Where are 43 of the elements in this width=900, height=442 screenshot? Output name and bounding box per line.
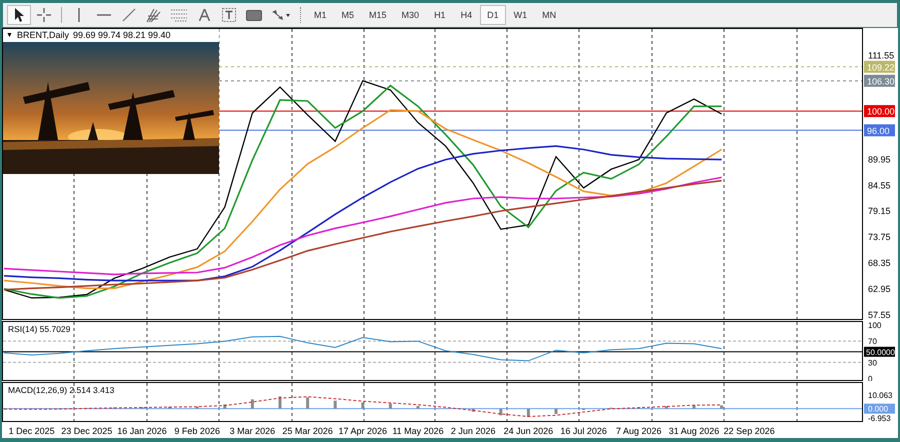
axis-label: 100 xyxy=(868,321,882,330)
axis-label: 30 xyxy=(868,358,877,368)
date-label: 16 Jan 2026 xyxy=(117,426,167,436)
axis-label: 79.15 xyxy=(868,206,891,216)
axis-label: 111.55 xyxy=(868,50,894,61)
value-tag: 0.000 xyxy=(864,404,895,414)
value-tag: 50.0000 xyxy=(864,346,895,357)
axis-label: 84.55 xyxy=(868,180,891,190)
ref-line-label: 109.22 xyxy=(867,62,895,72)
date-label: 2 Jun 2026 xyxy=(450,426,496,436)
date-label: 1 Dec 2025 xyxy=(8,426,55,436)
indicator-label: RSI(14) 55.7029 xyxy=(8,324,70,334)
axis-label: -6.953 xyxy=(868,414,891,423)
ref-line-label: 0.000 xyxy=(868,404,889,414)
date-label: 25 Mar 2026 xyxy=(282,426,333,436)
date-label: 11 May 2026 xyxy=(392,426,444,436)
axis-label: 10.063 xyxy=(868,391,892,400)
ohlc-values: 99.69 99.74 98.21 99.40 xyxy=(72,29,171,42)
price-tag: 106.30 xyxy=(864,74,895,87)
price-tag: 100.00 xyxy=(864,105,895,118)
axis-label: 70 xyxy=(868,337,877,346)
date-label: 23 Dec 2025 xyxy=(61,426,112,436)
axis-label: 62.95 xyxy=(868,284,891,294)
price-tag: 96.00 xyxy=(864,124,895,136)
axis-label: 57.55 xyxy=(868,310,891,320)
axis-label: 0 xyxy=(868,374,872,381)
date-label: 22 Sep 2026 xyxy=(724,426,775,436)
date-label: 31 Aug 2026 xyxy=(668,426,720,436)
price-tag: 109.22 xyxy=(864,60,895,73)
ref-line-label: 100.00 xyxy=(867,106,895,117)
date-label: 16 Jul 2026 xyxy=(560,426,607,436)
chart-title: BRENT,Daily xyxy=(16,29,69,42)
axis-label: 89.95 xyxy=(868,154,891,164)
axis-label: 73.75 xyxy=(868,232,891,242)
ref-line-label: 96.00 xyxy=(867,126,890,136)
date-label: 3 Mar 2026 xyxy=(230,426,276,436)
date-label: 24 Jun 2026 xyxy=(504,426,554,436)
date-label: 7 Aug 2026 xyxy=(616,426,662,436)
date-label: 9 Feb 2026 xyxy=(174,426,220,436)
axis-label: 68.35 xyxy=(868,258,891,268)
date-label: 17 Apr 2026 xyxy=(338,426,388,436)
indicator-label: MACD(12,26,9) 2.514 3.413 xyxy=(8,385,114,395)
ref-line-label: 106.30 xyxy=(867,76,895,86)
